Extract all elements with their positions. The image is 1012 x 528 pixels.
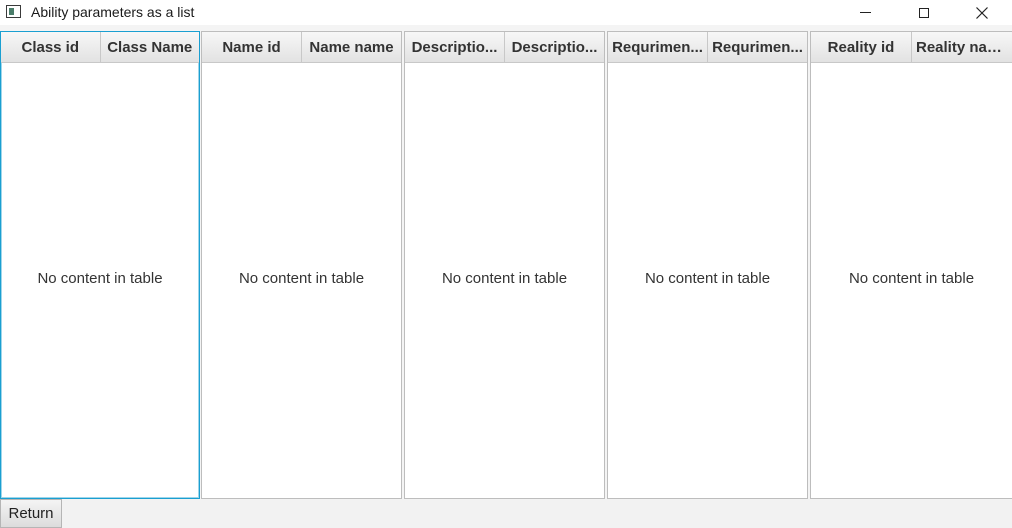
maximize-button[interactable] bbox=[901, 0, 947, 25]
column-header-reality-id[interactable]: Reality id bbox=[811, 32, 912, 62]
return-button[interactable]: Return bbox=[0, 499, 62, 528]
empty-table-placeholder: No content in table bbox=[644, 270, 771, 287]
column-header-reality-name[interactable]: Reality name bbox=[912, 32, 1012, 62]
column-header-class-id[interactable]: Class id bbox=[1, 32, 101, 62]
table-header: Class id Class Name bbox=[1, 32, 199, 63]
app-window: Ability parameters as a list Class id Cl… bbox=[0, 0, 1012, 528]
window-title: Ability parameters as a list bbox=[31, 4, 195, 20]
app-icon bbox=[6, 5, 21, 18]
footer-bar bbox=[0, 499, 1012, 528]
description-table[interactable]: Descriptio... Descriptio... No content i… bbox=[404, 31, 605, 499]
table-header: Requrimen... Requrimen... bbox=[608, 32, 807, 63]
table-header: Descriptio... Descriptio... bbox=[405, 32, 604, 63]
column-header-description-name[interactable]: Descriptio... bbox=[505, 32, 604, 62]
empty-table-placeholder: No content in table bbox=[848, 270, 975, 287]
requirement-table[interactable]: Requrimen... Requrimen... No content in … bbox=[607, 31, 808, 499]
close-button[interactable] bbox=[959, 0, 1005, 25]
column-header-name-id[interactable]: Name id bbox=[202, 32, 302, 62]
column-header-class-name[interactable]: Class Name bbox=[101, 32, 200, 62]
title-bar: Ability parameters as a list bbox=[0, 0, 1012, 25]
column-header-requirement-id[interactable]: Requrimen... bbox=[608, 32, 708, 62]
class-table[interactable]: Class id Class Name No content in table bbox=[0, 31, 200, 499]
minimize-button[interactable] bbox=[842, 0, 888, 25]
column-header-name-name[interactable]: Name name bbox=[302, 32, 401, 62]
reality-table[interactable]: Reality id Reality name No content in ta… bbox=[810, 31, 1012, 499]
name-table[interactable]: Name id Name name No content in table bbox=[201, 31, 402, 499]
column-header-requirement-name[interactable]: Requrimen... bbox=[708, 32, 807, 62]
minimize-icon bbox=[859, 12, 871, 13]
empty-table-placeholder: No content in table bbox=[441, 270, 568, 287]
empty-table-placeholder: No content in table bbox=[37, 270, 163, 287]
maximize-icon bbox=[919, 7, 929, 18]
close-icon bbox=[976, 6, 988, 19]
table-header: Name id Name name bbox=[202, 32, 401, 63]
table-header: Reality id Reality name bbox=[811, 32, 1012, 63]
empty-table-placeholder: No content in table bbox=[238, 270, 365, 287]
column-header-description-id[interactable]: Descriptio... bbox=[405, 32, 505, 62]
